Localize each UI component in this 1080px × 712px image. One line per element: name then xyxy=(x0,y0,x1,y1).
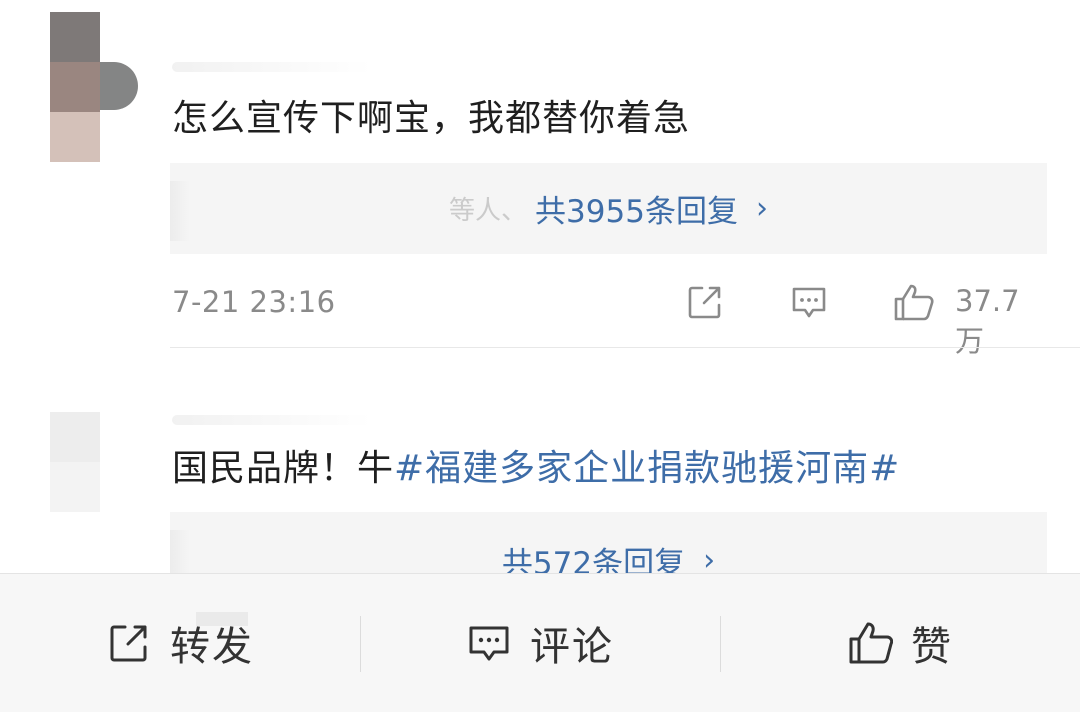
reply-blur xyxy=(170,181,190,241)
comment-icon xyxy=(469,626,509,661)
avatar-badge xyxy=(100,62,138,110)
share-icon xyxy=(110,625,147,662)
thumbs-up-icon xyxy=(849,622,893,664)
chevron-right-icon: › xyxy=(755,191,768,226)
avatar[interactable] xyxy=(50,412,100,512)
comment-text: 怎么宣传下啊宝，我都替你着急 xyxy=(172,98,691,139)
reply-count-label: 共3955条回复 xyxy=(535,194,738,230)
reply-count-link[interactable]: 等人、 共3955条回复 › xyxy=(449,186,768,231)
comment-button[interactable]: 评论 xyxy=(360,574,720,712)
comment-text: 国民品牌！牛#福建多家企业捐款驰援河南# xyxy=(172,445,900,493)
comment-item: 国民品牌！牛#福建多家企业捐款驰援河南# 共572条回复 › xyxy=(0,400,1080,590)
comment-icon[interactable] xyxy=(789,282,829,322)
like-label: 赞 xyxy=(911,624,953,670)
comment-item: 怎么宣传下啊宝，我都替你着急 等人、 共3955条回复 › 7-21 23:16… xyxy=(0,0,1080,358)
timestamp: 7-21 23:16 xyxy=(172,285,336,319)
reply-partial-text: 等人、 xyxy=(449,196,528,226)
like-button[interactable]: 赞 xyxy=(720,574,1080,712)
reply-preview[interactable]: 共572条回复 › xyxy=(170,512,1047,590)
divider xyxy=(170,347,1080,348)
like-count: 37.7万 xyxy=(955,284,1020,358)
repost-button[interactable]: 转发 xyxy=(0,574,360,712)
thumbs-up-icon[interactable] xyxy=(892,282,938,322)
repost-label: 转发 xyxy=(170,624,254,670)
username-blurred[interactable] xyxy=(172,415,372,425)
reply-preview[interactable]: 等人、 共3955条回复 › xyxy=(170,163,1047,254)
hashtag-link[interactable]: #福建多家企业捐款驰援河南# xyxy=(394,448,900,489)
comment-label: 评论 xyxy=(530,624,614,670)
avatar[interactable] xyxy=(50,12,100,162)
comment-meta-row: 7-21 23:16 37.7万 xyxy=(172,282,1047,358)
share-icon[interactable] xyxy=(685,282,725,322)
bottom-action-bar: 转发 评论 赞 xyxy=(0,573,1080,712)
comment-plain-text: 国民品牌！牛 xyxy=(172,448,395,489)
username-blurred[interactable] xyxy=(172,62,372,72)
